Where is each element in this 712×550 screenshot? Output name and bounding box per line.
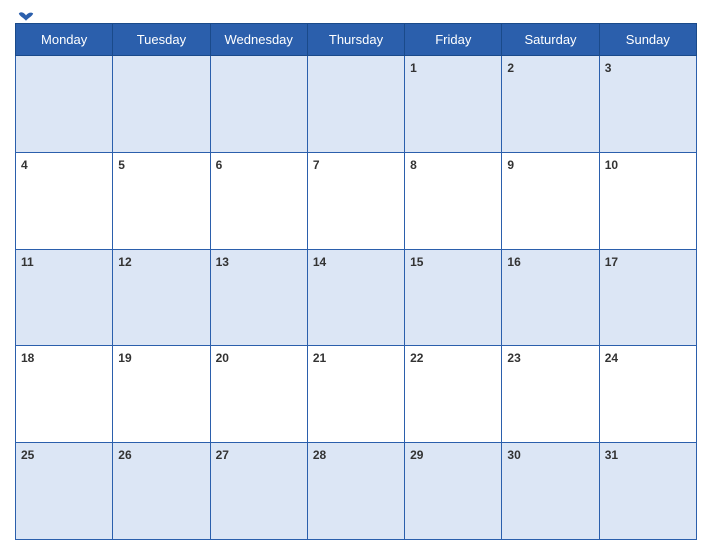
day-number: 16 [507,255,520,269]
day-number: 27 [216,448,229,462]
calendar-cell: 21 [307,346,404,443]
calendar-cell: 18 [16,346,113,443]
day-number: 30 [507,448,520,462]
week-row: 25 26 27 28 29 30 31 [16,443,697,540]
day-number: 15 [410,255,423,269]
calendar-cell: 2 [502,56,599,153]
calendar-cell: 12 [113,249,210,346]
calendar-table: MondayTuesdayWednesdayThursdayFridaySatu… [15,23,697,540]
day-header-wednesday: Wednesday [210,24,307,56]
day-number: 10 [605,158,618,172]
day-number: 3 [605,61,612,75]
calendar-cell: 30 [502,443,599,540]
day-header-friday: Friday [405,24,502,56]
page-header [15,10,697,23]
calendar-cell: 10 [599,152,696,249]
day-header-thursday: Thursday [307,24,404,56]
calendar-cell: 26 [113,443,210,540]
calendar-cell: 24 [599,346,696,443]
logo [15,10,35,28]
calendar-cell: 25 [16,443,113,540]
calendar-cell: 15 [405,249,502,346]
day-number: 19 [118,351,131,365]
day-number: 14 [313,255,326,269]
calendar-cell: 29 [405,443,502,540]
calendar-cell [307,56,404,153]
calendar-cell: 16 [502,249,599,346]
day-number: 18 [21,351,34,365]
calendar-cell [16,56,113,153]
calendar-cell: 1 [405,56,502,153]
calendar-cell: 28 [307,443,404,540]
day-number: 12 [118,255,131,269]
day-number: 9 [507,158,514,172]
day-number: 2 [507,61,514,75]
calendar-cell: 23 [502,346,599,443]
days-header-row: MondayTuesdayWednesdayThursdayFridaySatu… [16,24,697,56]
day-header-tuesday: Tuesday [113,24,210,56]
day-header-saturday: Saturday [502,24,599,56]
day-number: 24 [605,351,618,365]
calendar-cell: 31 [599,443,696,540]
week-row: 18 19 20 21 22 23 24 [16,346,697,443]
day-header-sunday: Sunday [599,24,696,56]
week-row: 1 2 3 [16,56,697,153]
day-number: 8 [410,158,417,172]
day-number: 23 [507,351,520,365]
calendar-cell: 13 [210,249,307,346]
calendar-cell [113,56,210,153]
calendar-cell: 7 [307,152,404,249]
calendar-cell: 19 [113,346,210,443]
day-number: 17 [605,255,618,269]
day-number: 20 [216,351,229,365]
calendar-cell: 17 [599,249,696,346]
day-number: 25 [21,448,34,462]
calendar-cell: 4 [16,152,113,249]
day-number: 29 [410,448,423,462]
day-number: 22 [410,351,423,365]
calendar-cell [210,56,307,153]
calendar-cell: 20 [210,346,307,443]
calendar-cell: 3 [599,56,696,153]
day-header-monday: Monday [16,24,113,56]
day-number: 31 [605,448,618,462]
day-number: 28 [313,448,326,462]
day-number: 6 [216,158,223,172]
calendar-cell: 8 [405,152,502,249]
day-number: 5 [118,158,125,172]
day-number: 21 [313,351,326,365]
day-number: 7 [313,158,320,172]
calendar-cell: 11 [16,249,113,346]
day-number: 4 [21,158,28,172]
week-row: 4 5 6 7 8 9 10 [16,152,697,249]
calendar-cell: 5 [113,152,210,249]
calendar-cell: 27 [210,443,307,540]
day-number: 13 [216,255,229,269]
day-number: 26 [118,448,131,462]
day-number: 11 [21,255,34,269]
calendar-cell: 14 [307,249,404,346]
logo-bird-icon [17,10,35,28]
week-row: 11 12 13 14 15 16 17 [16,249,697,346]
day-number: 1 [410,61,417,75]
calendar-cell: 9 [502,152,599,249]
calendar-cell: 22 [405,346,502,443]
calendar-cell: 6 [210,152,307,249]
